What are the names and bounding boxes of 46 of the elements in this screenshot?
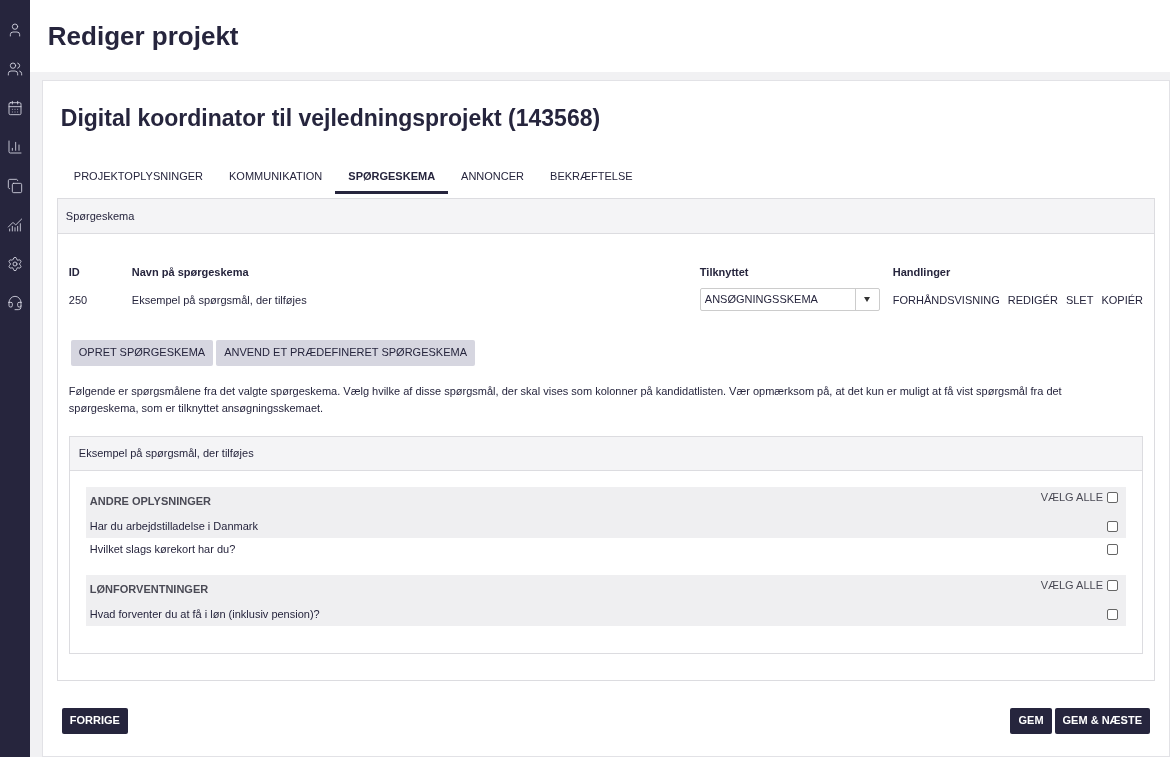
column-header: Tilknyttet	[699, 265, 750, 280]
headset-icon[interactable]	[6, 295, 23, 311]
action-link[interactable]: SLET	[1065, 292, 1094, 309]
checkbox[interactable]	[1107, 543, 1118, 555]
checkbox[interactable]	[1107, 580, 1118, 591]
tab[interactable]: SPØRGESKEMA	[335, 167, 449, 194]
save-next-button[interactable]: GEM & NÆSTE	[1054, 707, 1150, 734]
save-button[interactable]: GEM	[1010, 707, 1052, 734]
page-title: Rediger projekt	[47, 19, 239, 53]
back-button[interactable]: FORRIGE	[61, 707, 128, 734]
column-header: Handlinger	[892, 265, 952, 280]
action-link[interactable]: KOPIÉR	[1101, 292, 1143, 309]
secondary-button[interactable]: ANVEND ET PRÆDEFINERET SPØRGESKEMA	[216, 339, 475, 366]
group-title: LØNFORVENTNINGER	[89, 582, 209, 598]
column-header: Navn på spørgeskema	[131, 265, 250, 280]
question-text: Har du arbejdstilladelse i Danmark	[89, 518, 258, 534]
caret-icon	[864, 296, 871, 302]
tab[interactable]: PROJEKTOPLYSNINGER	[60, 167, 216, 194]
select-all-label: VÆLG ALLE	[1040, 490, 1103, 506]
question-text: Hvad forventer du at få i løn (inklusiv pension)?	[89, 606, 320, 622]
description: Følgende er spørgsmålene fra det valgte spørgeskema. Vælg hvilke af disse spørgsmål, der skal vises som kolonner på kandidatlisten. Vær opmærksom på, at det kun er muligt at få vist spørgsmål fra det spørgeskema, som er tilknyttet ansøgningsskemaet.	[68, 383, 1063, 416]
column-header: ID	[68, 265, 81, 280]
action-link[interactable]: FORHÅNDSVISNING	[892, 292, 1000, 309]
select-field[interactable]: ANSØGNINGSSKEMA	[699, 287, 880, 311]
table-cell-text: Eksempel på spørgsmål, der tilføjes	[131, 293, 308, 309]
checkbox[interactable]	[1107, 520, 1118, 532]
people-icon[interactable]	[6, 61, 23, 77]
question-text: Hvilket slags kørekort har du?	[89, 541, 236, 557]
project-title: Digital koordinator til vejledningsprojekt (143568)	[60, 104, 602, 133]
checkbox[interactable]	[1107, 492, 1118, 503]
tab[interactable]: ANNONCER	[448, 167, 538, 194]
questionnaire-title: Eksempel på spørgsmål, der tilføjes	[78, 445, 254, 461]
panel-title: Spørgeskema	[65, 208, 135, 224]
group-title: ANDRE OPLYSNINGER	[89, 494, 212, 510]
table-cell-text: 250	[68, 293, 89, 309]
calendar-icon[interactable]	[6, 100, 23, 116]
chart-icon[interactable]	[6, 217, 23, 233]
action-link[interactable]: REDIGÉR	[1007, 292, 1058, 309]
select-all-label: VÆLG ALLE	[1040, 578, 1103, 594]
bar-chart-icon[interactable]	[6, 139, 23, 155]
tab[interactable]: KOMMUNIKATION	[216, 167, 336, 194]
copy-icon[interactable]	[6, 178, 23, 194]
secondary-button[interactable]: OPRET SPØRGESKEMA	[70, 339, 214, 366]
tab[interactable]: BEKRÆFTELSE	[537, 167, 646, 194]
checkbox[interactable]	[1107, 608, 1118, 620]
settings-icon[interactable]	[6, 256, 23, 272]
